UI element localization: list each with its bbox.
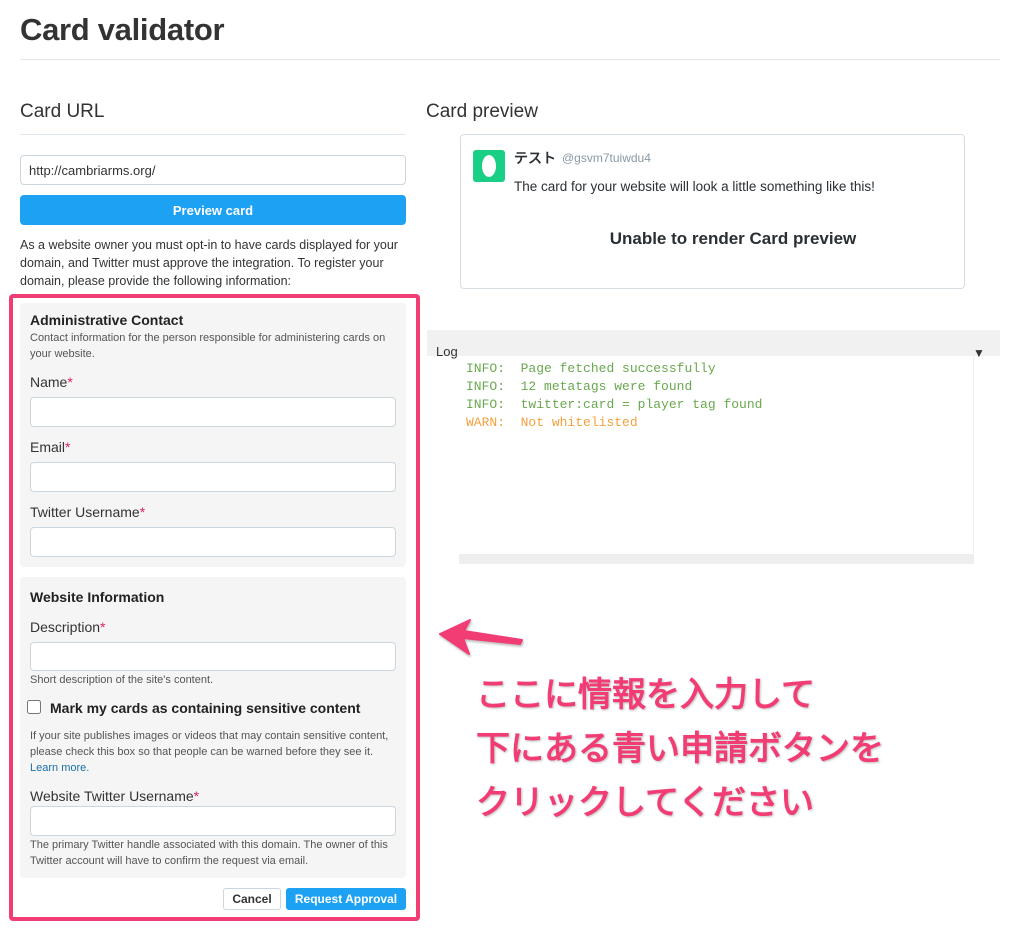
annotation-line: ここに情報を入力して bbox=[476, 676, 815, 714]
card-url-divider bbox=[20, 134, 406, 135]
highlight-frame bbox=[9, 294, 420, 921]
card-url-input[interactable] bbox=[20, 155, 406, 185]
annotation-line: 下にある青い申請ボタンを bbox=[476, 730, 884, 768]
arrow-left-icon bbox=[439, 619, 523, 655]
egg-icon bbox=[482, 155, 496, 177]
opt-in-intro-text: As a website owner you must opt-in to ha… bbox=[20, 238, 398, 288]
title-divider bbox=[20, 59, 1000, 60]
preview-card-button[interactable]: Preview card bbox=[20, 195, 406, 225]
log-label: Log bbox=[436, 344, 458, 359]
log-line: WARN: Not whitelisted bbox=[466, 415, 638, 430]
chevron-down-icon[interactable]: ▼ bbox=[973, 346, 985, 360]
page-title: Card validator bbox=[20, 12, 225, 47]
preview-tweet-text: The card for your website will look a li… bbox=[514, 179, 875, 194]
render-error-message: Unable to render Card preview bbox=[609, 229, 857, 248]
log-line: INFO: 12 metatags were found bbox=[466, 379, 693, 394]
preview-handle: @gsvm7tuiwdu4 bbox=[562, 151, 651, 165]
instruction-annotation: ここに情報を入力して 下にある青い申請ボタンを クリックしてください bbox=[476, 668, 1016, 830]
card-url-heading: Card URL bbox=[20, 101, 105, 122]
annotation-line: クリックしてください bbox=[476, 784, 814, 822]
log-line: INFO: twitter:card = player tag found bbox=[466, 397, 763, 412]
log-line: INFO: Page fetched successfully bbox=[466, 361, 716, 376]
log-scrollbar[interactable] bbox=[459, 554, 974, 564]
preview-display-name: テスト bbox=[514, 150, 556, 166]
log-header[interactable] bbox=[427, 330, 1000, 356]
card-preview-heading: Card preview bbox=[426, 101, 538, 122]
